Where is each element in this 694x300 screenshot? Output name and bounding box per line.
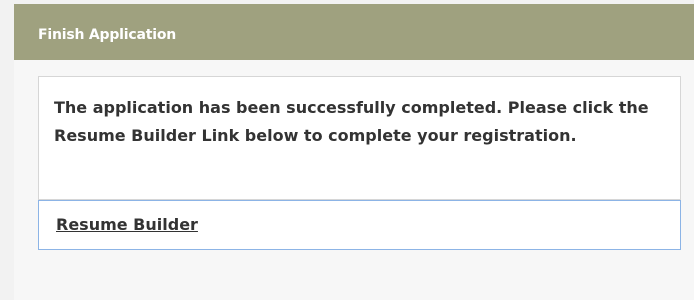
panel-header: Finish Application xyxy=(14,4,694,60)
page: Finish Application The application has b… xyxy=(0,0,694,300)
resume-builder-link[interactable]: Resume Builder xyxy=(56,215,198,234)
message-box: The application has been successfully co… xyxy=(38,76,681,200)
panel-body: The application has been successfully co… xyxy=(14,60,694,300)
panel-title: Finish Application xyxy=(38,27,176,43)
resume-builder-link-box: Resume Builder xyxy=(38,200,681,250)
completion-message: The application has been successfully co… xyxy=(54,98,649,145)
